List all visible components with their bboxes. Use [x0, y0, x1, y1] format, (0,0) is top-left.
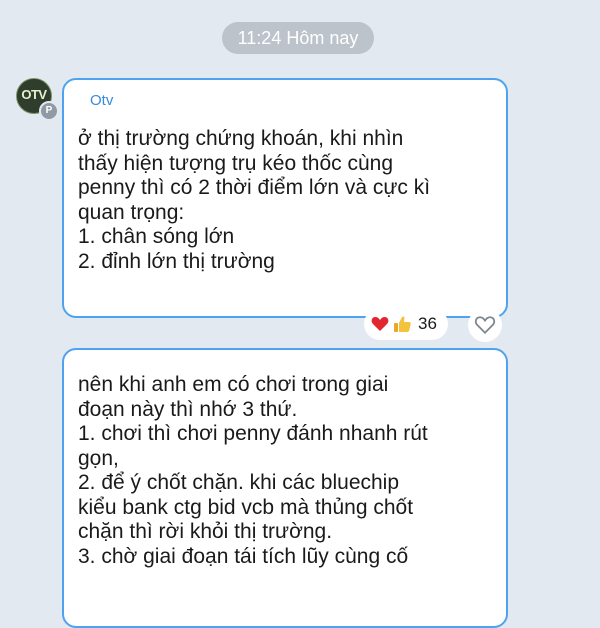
channel-avatar[interactable]: OTV P: [16, 78, 59, 121]
avatar-badge: P: [39, 101, 59, 121]
message-line: đoạn này thì nhớ 3 thứ.: [78, 397, 298, 421]
reaction-count: 36: [418, 314, 437, 333]
message-line: 2. đỉnh lớn thị trường: [78, 249, 275, 273]
message-bubble[interactable]: nên khi anh em có chơi trong giai đoạn n…: [62, 348, 508, 628]
message-line: 1. chơi thì chơi penny đánh nhanh rút: [78, 422, 428, 445]
message-line: chặn thì rời khỏi thị trường.: [78, 520, 333, 543]
message-line: 2. để ý chốt chặn. khi các bluechip: [78, 471, 400, 494]
message-line: penny thì có 2 thời điểm lớn và cực kì: [78, 176, 431, 199]
message-text: nên khi anh em có chơi trong giai đoạn n…: [78, 373, 428, 569]
sender-name[interactable]: Otv: [90, 92, 113, 109]
date-divider: 11:24 Hôm nay: [222, 22, 374, 54]
message-line: nên khi anh em có chơi trong giai: [78, 373, 389, 396]
message-line: kiểu bank ctg bid vcb mà thủng chốt: [78, 495, 414, 519]
message-line: 3. chờ giai đoạn tái tích lũy cùng cố: [78, 544, 409, 568]
heart-outline-icon: [474, 316, 496, 334]
heart-icon: [371, 317, 389, 331]
message-text: ở thị trường chứng khoán, khi nhìn thấy …: [78, 127, 430, 274]
like-button[interactable]: [468, 308, 502, 342]
message-bubble[interactable]: Otv ở thị trường chứng khoán, khi nhìn t…: [62, 78, 508, 318]
message-line: 1. chân sóng lớn: [78, 225, 235, 248]
reactions-pill[interactable]: 36: [364, 308, 448, 340]
message-line: quan trọng:: [78, 200, 185, 224]
message-line: gọn,: [78, 446, 119, 470]
thumbs-up-icon: [394, 316, 411, 332]
message-line: ở thị trường chứng khoán, khi nhìn: [78, 127, 404, 150]
message-line: thấy hiện tượng trụ kéo thốc cùng: [78, 151, 394, 175]
